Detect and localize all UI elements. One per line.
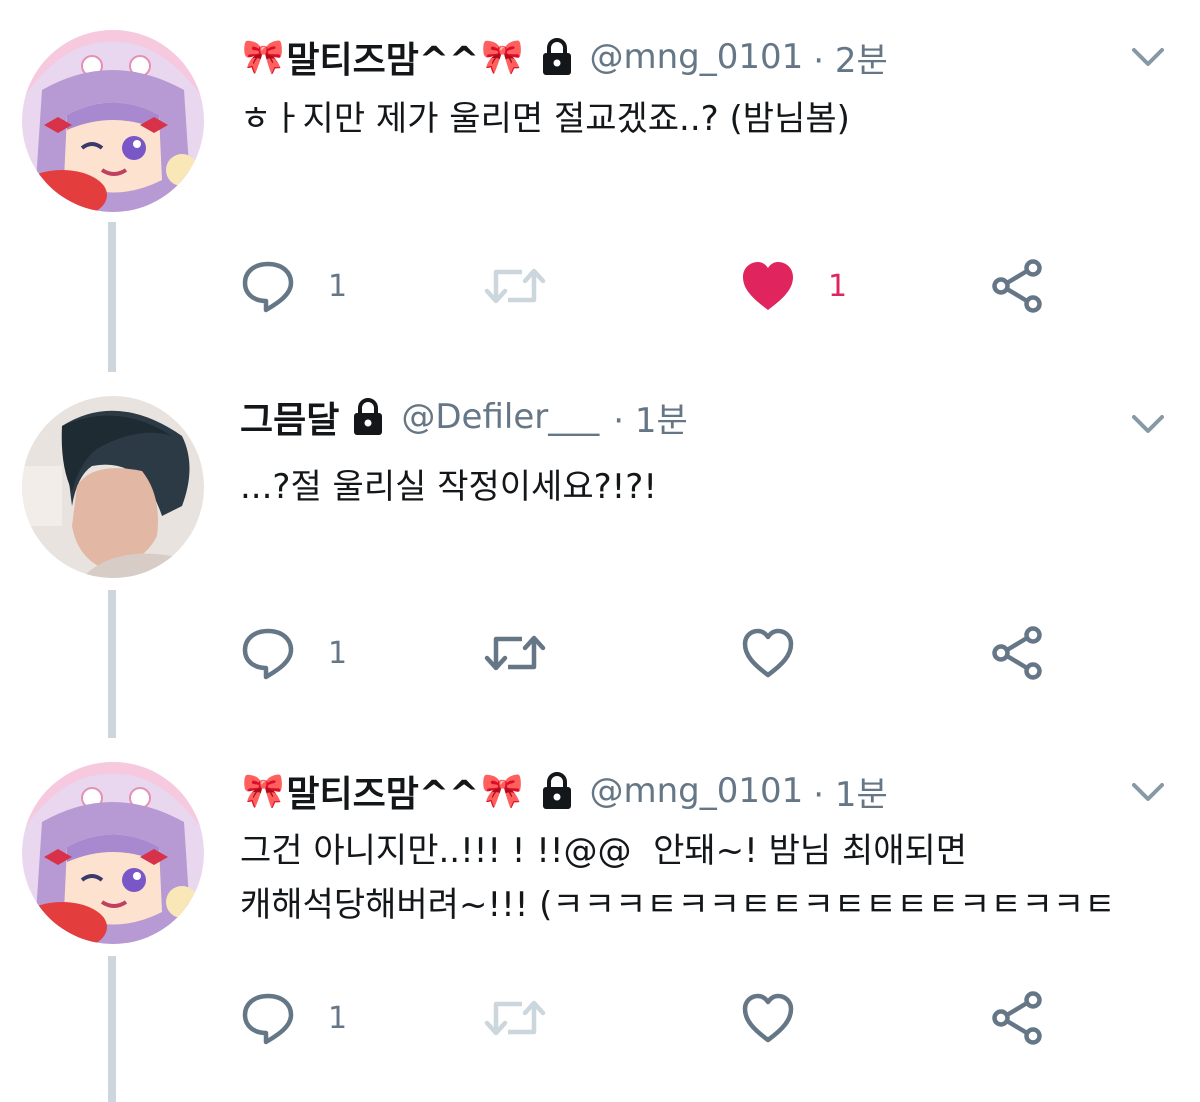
reply-button[interactable]: 1 xyxy=(240,256,347,316)
tweet-actions: 1 xyxy=(240,988,1060,1048)
share-icon xyxy=(992,259,1042,313)
bow-emoji: 🎀 xyxy=(481,37,524,77)
display-name[interactable]: 말티즈맘^^ xyxy=(286,31,479,83)
reply-count: 1 xyxy=(328,268,348,304)
reply-icon xyxy=(242,628,294,680)
bow-emoji: 🎀 xyxy=(481,771,524,811)
tweet[interactable]: 🎀 말티즈맘^^ 🎀 @mng_0101 · 1분 그건 아니지만..!!! !… xyxy=(0,738,1200,1102)
display-name[interactable]: 그믐달 xyxy=(240,391,339,443)
chevron-down-icon[interactable] xyxy=(1130,780,1166,804)
like-button[interactable] xyxy=(740,623,828,683)
tweet[interactable]: 그믐달 @Defiler___ · 1분 ...?절 울리실 작정이세요?!?!… xyxy=(0,372,1200,738)
retweet-icon xyxy=(484,635,546,671)
tweet-actions: 1 1 xyxy=(240,256,1060,316)
bow-emoji: 🎀 xyxy=(242,771,285,811)
retweet-button[interactable] xyxy=(482,623,580,683)
timestamp[interactable]: · 2분 xyxy=(813,33,888,82)
retweet-icon xyxy=(484,268,546,304)
user-handle[interactable]: @Defiler___ xyxy=(401,397,599,437)
avatar[interactable] xyxy=(22,762,204,944)
share-icon xyxy=(992,626,1042,680)
retweet-icon xyxy=(484,1000,546,1036)
share-button[interactable] xyxy=(990,988,1046,1048)
retweet-button[interactable] xyxy=(482,256,580,316)
reply-button[interactable]: 1 xyxy=(240,623,347,683)
heart-icon xyxy=(742,993,794,1043)
lock-icon xyxy=(354,398,383,435)
lock-icon xyxy=(542,772,571,809)
tweet-header: 🎀 말티즈맘^^ 🎀 @mng_0101 · 2분 xyxy=(240,32,888,82)
reply-count: 1 xyxy=(328,1000,348,1036)
lock-icon xyxy=(542,38,571,75)
share-button[interactable] xyxy=(990,623,1046,683)
tweet[interactable]: 🎀 말티즈맘^^ 🎀 @mng_0101 · 2분 ㅎㅏ지만 제가 울리면 절교… xyxy=(0,0,1200,372)
tweet-text: ...?절 울리실 작정이세요?!?! xyxy=(240,467,657,507)
reply-count: 1 xyxy=(328,635,348,671)
thread-line xyxy=(108,956,116,1102)
tweet-actions: 1 xyxy=(240,623,1060,683)
thread-line xyxy=(108,222,116,372)
retweet-button[interactable] xyxy=(482,988,580,1048)
reply-icon xyxy=(242,993,294,1045)
user-handle[interactable]: @mng_0101 xyxy=(590,771,804,811)
timestamp[interactable]: · 1분 xyxy=(813,767,888,816)
bow-emoji: 🎀 xyxy=(242,37,285,77)
tweet-text: 그건 아니지만..!!! ! !!@@ 안돼~! 밤님 최애되면 캐해석당해버려… xyxy=(240,831,1116,925)
share-button[interactable] xyxy=(990,256,1046,316)
avatar[interactable] xyxy=(22,396,204,578)
reply-icon xyxy=(242,261,294,313)
heart-filled-icon xyxy=(743,262,793,310)
like-count: 1 xyxy=(828,268,848,304)
tweet-header: 그믐달 @Defiler___ · 1분 xyxy=(240,392,688,442)
chevron-down-icon[interactable] xyxy=(1130,45,1166,69)
heart-icon xyxy=(742,628,794,678)
reply-button[interactable]: 1 xyxy=(240,988,347,1048)
like-button[interactable] xyxy=(740,988,828,1048)
like-button[interactable]: 1 xyxy=(740,256,847,316)
avatar[interactable] xyxy=(22,30,204,212)
share-icon xyxy=(992,991,1042,1045)
chevron-down-icon[interactable] xyxy=(1130,412,1166,436)
tweet-text: ㅎㅏ지만 제가 울리면 절교겠죠..? (밤님봄) xyxy=(240,99,850,139)
thread-line xyxy=(108,590,116,738)
display-name[interactable]: 말티즈맘^^ xyxy=(286,765,479,817)
user-handle[interactable]: @mng_0101 xyxy=(590,37,804,77)
tweet-header: 🎀 말티즈맘^^ 🎀 @mng_0101 · 1분 xyxy=(240,766,888,816)
timestamp[interactable]: · 1분 xyxy=(613,393,688,442)
